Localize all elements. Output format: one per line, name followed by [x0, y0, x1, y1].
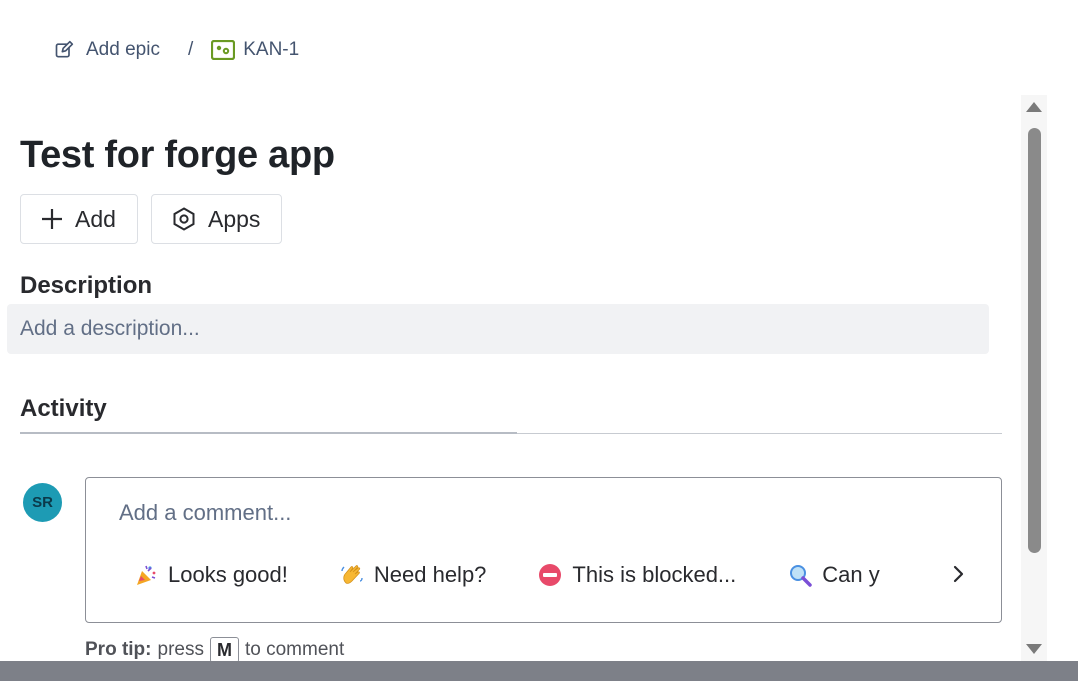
quick-reply-can-you[interactable]: Can y: [788, 562, 880, 588]
avatar[interactable]: SR: [23, 483, 62, 522]
description-heading: Description: [20, 272, 153, 299]
description-placeholder: Add a description...: [20, 317, 200, 340]
comment-placeholder[interactable]: Add a comment...: [119, 500, 291, 526]
plus-icon: [42, 209, 62, 229]
waving-hand-icon: [341, 565, 363, 584]
chevron-right-icon[interactable]: [946, 562, 970, 586]
keyboard-shortcut-key: M: [209, 637, 239, 663]
description-field[interactable]: Add a description...: [7, 304, 989, 354]
quick-replies: Looks good! Need help? This is blocked..…: [134, 560, 934, 590]
apps-button[interactable]: Apps: [151, 194, 282, 244]
magnifier-icon: [790, 565, 813, 587]
bottom-bar: [0, 661, 1078, 681]
scroll-up-arrow-icon[interactable]: [1026, 102, 1042, 112]
quick-reply-label: Looks good!: [168, 562, 288, 587]
pro-tip-pre: press: [157, 639, 204, 660]
no-entry-icon: [539, 564, 562, 586]
quick-reply-blocked[interactable]: This is blocked...: [538, 562, 736, 588]
scrollbar-thumb[interactable]: [1028, 128, 1041, 553]
story-icon: [211, 40, 236, 60]
issue-key-link[interactable]: KAN-1: [211, 39, 299, 61]
activity-heading: Activity: [20, 395, 107, 422]
pro-tip: Pro tip: press M to comment: [85, 637, 344, 663]
apps-button-label: Apps: [208, 205, 261, 232]
issue-title[interactable]: Test for forge app: [20, 134, 335, 177]
issue-key-label: KAN-1: [243, 39, 300, 60]
quick-reply-need-help[interactable]: Need help?: [340, 562, 487, 588]
add-epic-label: Add epic: [86, 39, 160, 60]
pro-tip-post: to comment: [244, 639, 345, 660]
quick-reply-label: Can y: [822, 562, 880, 587]
add-button-label: Add: [75, 205, 116, 232]
quick-reply-label: Need help?: [373, 562, 487, 587]
add-epic-link[interactable]: Add epic: [52, 39, 160, 61]
quick-reply-label: This is blocked...: [572, 562, 737, 587]
pro-tip-label: Pro tip:: [85, 639, 152, 660]
hexagon-apps-icon: [173, 207, 195, 231]
add-button[interactable]: Add: [20, 194, 138, 244]
scroll-down-arrow-icon[interactable]: [1026, 644, 1042, 654]
quick-reply-looks-good[interactable]: Looks good!: [134, 562, 288, 588]
activity-tab-indicator: [20, 432, 517, 434]
party-popper-icon: [137, 565, 156, 585]
breadcrumb: Add epic / KAN-1: [52, 36, 299, 64]
breadcrumb-separator: /: [187, 39, 194, 60]
edit-icon: [55, 40, 74, 58]
comment-editor[interactable]: Add a comment... Looks good! Need help?: [85, 477, 1002, 623]
